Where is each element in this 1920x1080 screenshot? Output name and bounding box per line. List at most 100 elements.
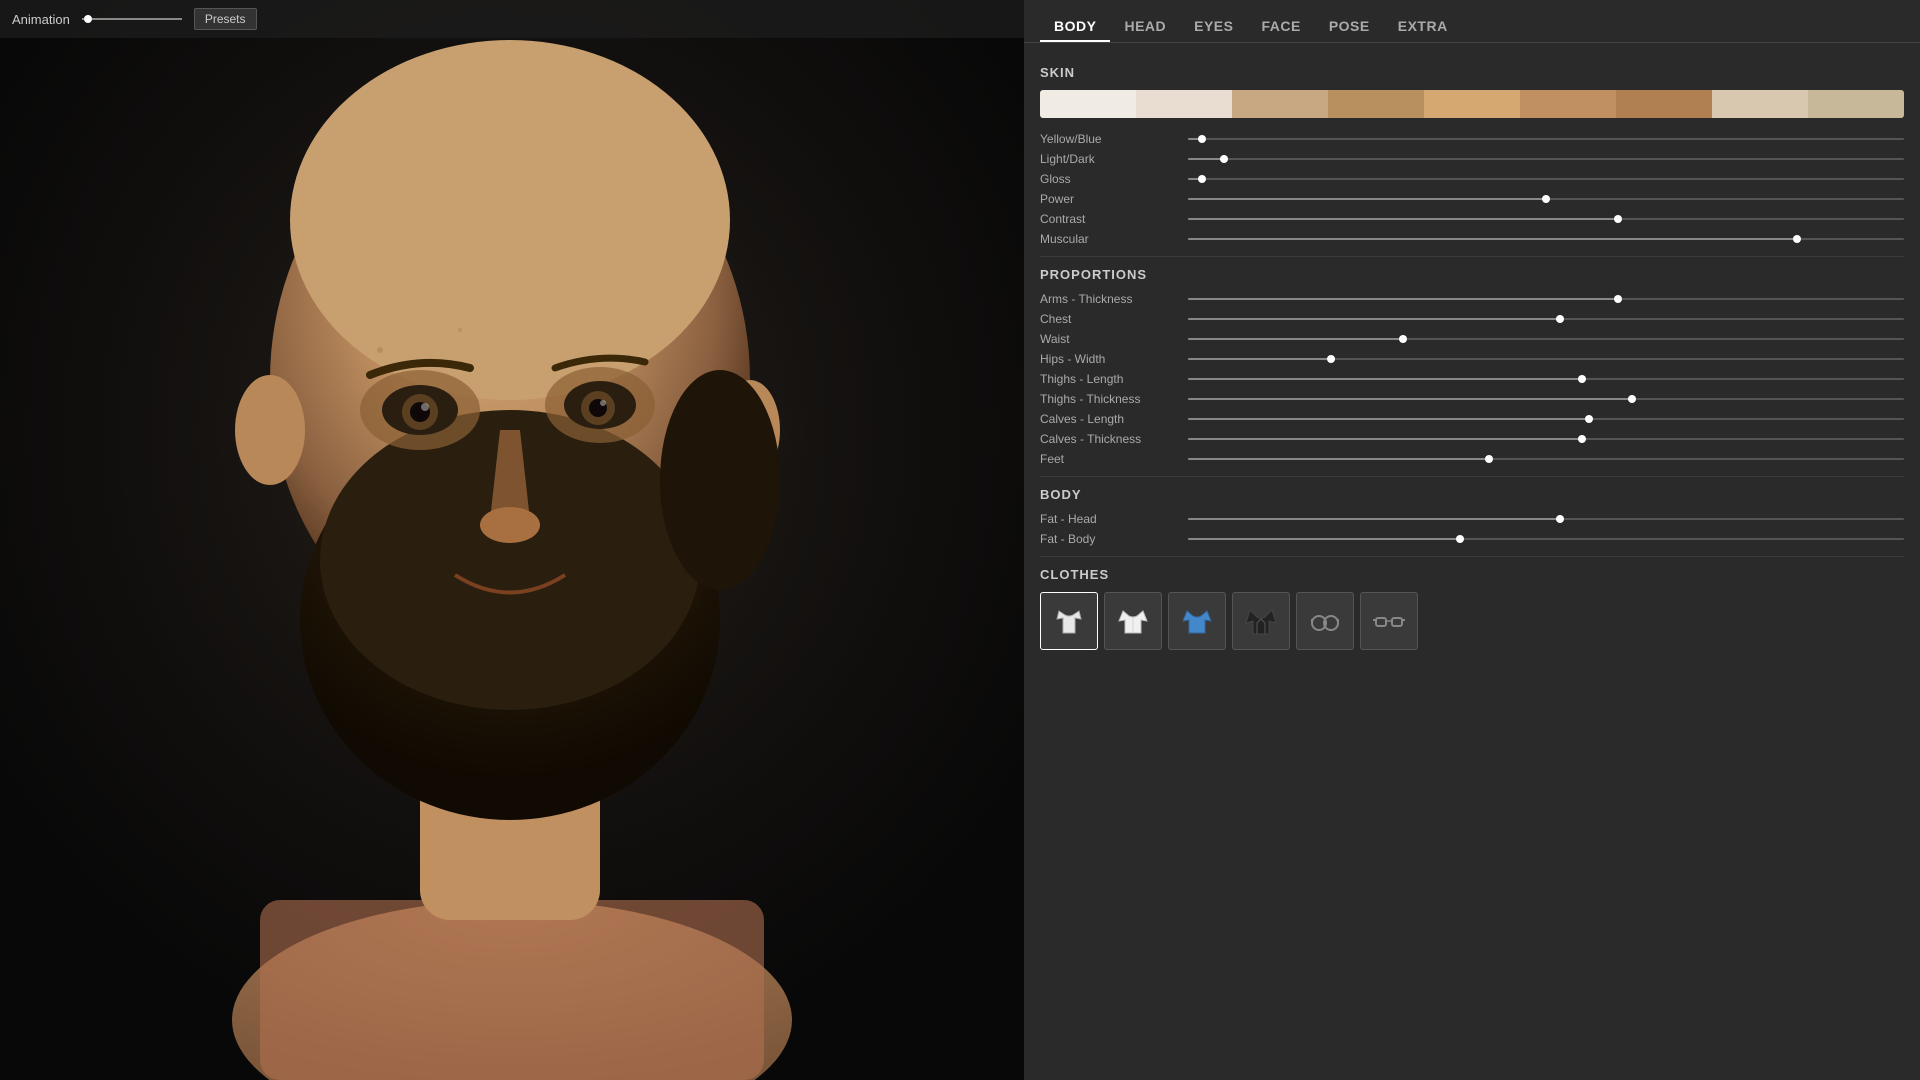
slider-track[interactable] <box>1188 378 1904 380</box>
slider-label: Muscular <box>1040 232 1180 246</box>
slider-track[interactable] <box>1188 398 1904 400</box>
skin-swatches <box>1040 90 1904 118</box>
animation-label: Animation <box>12 12 70 27</box>
tab-face[interactable]: FACE <box>1247 12 1314 42</box>
slider-label: Calves - Length <box>1040 412 1180 426</box>
skin-swatch-8[interactable] <box>1808 90 1904 118</box>
slider-label: Yellow/Blue <box>1040 132 1180 146</box>
slider-label: Chest <box>1040 312 1180 326</box>
nav-tabs: BODY HEAD EYES FACE POSE EXTRA <box>1024 0 1920 43</box>
slider-thumb[interactable] <box>1220 155 1228 163</box>
slider-row: Light/Dark <box>1040 152 1904 166</box>
slider-thumb[interactable] <box>1327 355 1335 363</box>
clothes-item-1[interactable] <box>1104 592 1162 650</box>
slider-fill <box>1188 538 1460 540</box>
clothes-item-2[interactable] <box>1168 592 1226 650</box>
slider-fill <box>1188 198 1546 200</box>
slider-label: Gloss <box>1040 172 1180 186</box>
slider-label: Hips - Width <box>1040 352 1180 366</box>
slider-thumb[interactable] <box>1542 195 1550 203</box>
skin-sliders: Yellow/BlueLight/DarkGlossPowerContrastM… <box>1040 132 1904 246</box>
clothes-item-0[interactable] <box>1040 592 1098 650</box>
skin-swatch-0[interactable] <box>1040 90 1136 118</box>
slider-track[interactable] <box>1188 218 1904 220</box>
slider-fill <box>1188 218 1618 220</box>
slider-thumb[interactable] <box>1585 415 1593 423</box>
right-panel: BODY HEAD EYES FACE POSE EXTRA SKIN Yell… <box>1024 0 1920 1080</box>
slider-row: Hips - Width <box>1040 352 1904 366</box>
slider-thumb[interactable] <box>1793 235 1801 243</box>
slider-row: Muscular <box>1040 232 1904 246</box>
slider-thumb[interactable] <box>1578 435 1586 443</box>
divider-3 <box>1040 556 1904 557</box>
slider-row: Arms - Thickness <box>1040 292 1904 306</box>
slider-track[interactable] <box>1188 438 1904 440</box>
slider-row: Calves - Thickness <box>1040 432 1904 446</box>
slider-thumb[interactable] <box>1614 295 1622 303</box>
slider-label: Fat - Head <box>1040 512 1180 526</box>
slider-label: Arms - Thickness <box>1040 292 1180 306</box>
slider-thumb[interactable] <box>1198 175 1206 183</box>
slider-track[interactable] <box>1188 138 1904 140</box>
tab-head[interactable]: HEAD <box>1110 12 1180 42</box>
slider-thumb[interactable] <box>1456 535 1464 543</box>
slider-fill <box>1188 358 1331 360</box>
slider-track[interactable] <box>1188 518 1904 520</box>
clothes-item-3[interactable] <box>1232 592 1290 650</box>
body-sliders: Fat - Head Fat - Body <box>1040 512 1904 546</box>
slider-thumb[interactable] <box>1485 455 1493 463</box>
tab-body[interactable]: BODY <box>1040 12 1110 42</box>
skin-swatch-7[interactable] <box>1712 90 1808 118</box>
slider-thumb[interactable] <box>1198 135 1206 143</box>
clothes-section-header: CLOTHES <box>1040 567 1904 582</box>
clothes-item-4[interactable] <box>1296 592 1354 650</box>
slider-track[interactable] <box>1188 538 1904 540</box>
clothes-grid <box>1040 592 1904 650</box>
slider-track[interactable] <box>1188 198 1904 200</box>
animation-slider[interactable] <box>82 18 182 20</box>
slider-label: Light/Dark <box>1040 152 1180 166</box>
slider-track[interactable] <box>1188 318 1904 320</box>
tab-eyes[interactable]: EYES <box>1180 12 1247 42</box>
slider-thumb[interactable] <box>1399 335 1407 343</box>
skin-swatch-5[interactable] <box>1520 90 1616 118</box>
slider-track[interactable] <box>1188 418 1904 420</box>
clothes-item-5[interactable] <box>1360 592 1418 650</box>
slider-row: Yellow/Blue <box>1040 132 1904 146</box>
slider-label: Contrast <box>1040 212 1180 226</box>
slider-fill <box>1188 398 1632 400</box>
presets-button[interactable]: Presets <box>194 8 257 30</box>
tab-pose[interactable]: POSE <box>1315 12 1384 42</box>
skin-swatch-1[interactable] <box>1136 90 1232 118</box>
skin-swatch-2[interactable] <box>1232 90 1328 118</box>
divider-2 <box>1040 476 1904 477</box>
panel-content: SKIN Yellow/BlueLight/DarkGlossPowerCont… <box>1024 43 1920 1080</box>
skin-swatch-6[interactable] <box>1616 90 1712 118</box>
slider-thumb[interactable] <box>1556 315 1564 323</box>
slider-track[interactable] <box>1188 298 1904 300</box>
slider-track[interactable] <box>1188 358 1904 360</box>
slider-fill <box>1188 458 1489 460</box>
slider-row: Chest <box>1040 312 1904 326</box>
slider-track[interactable] <box>1188 238 1904 240</box>
skin-swatch-3[interactable] <box>1328 90 1424 118</box>
slider-thumb[interactable] <box>1614 215 1622 223</box>
slider-row: Thighs - Thickness <box>1040 392 1904 406</box>
slider-row: Fat - Body <box>1040 532 1904 546</box>
slider-fill <box>1188 338 1403 340</box>
slider-thumb[interactable] <box>1578 375 1586 383</box>
slider-thumb[interactable] <box>1628 395 1636 403</box>
slider-track[interactable] <box>1188 458 1904 460</box>
skin-swatch-4[interactable] <box>1424 90 1520 118</box>
slider-fill <box>1188 298 1618 300</box>
character-render <box>0 0 1024 1080</box>
tab-extra[interactable]: EXTRA <box>1384 12 1462 42</box>
slider-fill <box>1188 518 1560 520</box>
slider-track[interactable] <box>1188 158 1904 160</box>
slider-thumb[interactable] <box>1556 515 1564 523</box>
slider-row: Fat - Head <box>1040 512 1904 526</box>
slider-track[interactable] <box>1188 338 1904 340</box>
slider-label: Thighs - Length <box>1040 372 1180 386</box>
slider-track[interactable] <box>1188 178 1904 180</box>
slider-label: Fat - Body <box>1040 532 1180 546</box>
